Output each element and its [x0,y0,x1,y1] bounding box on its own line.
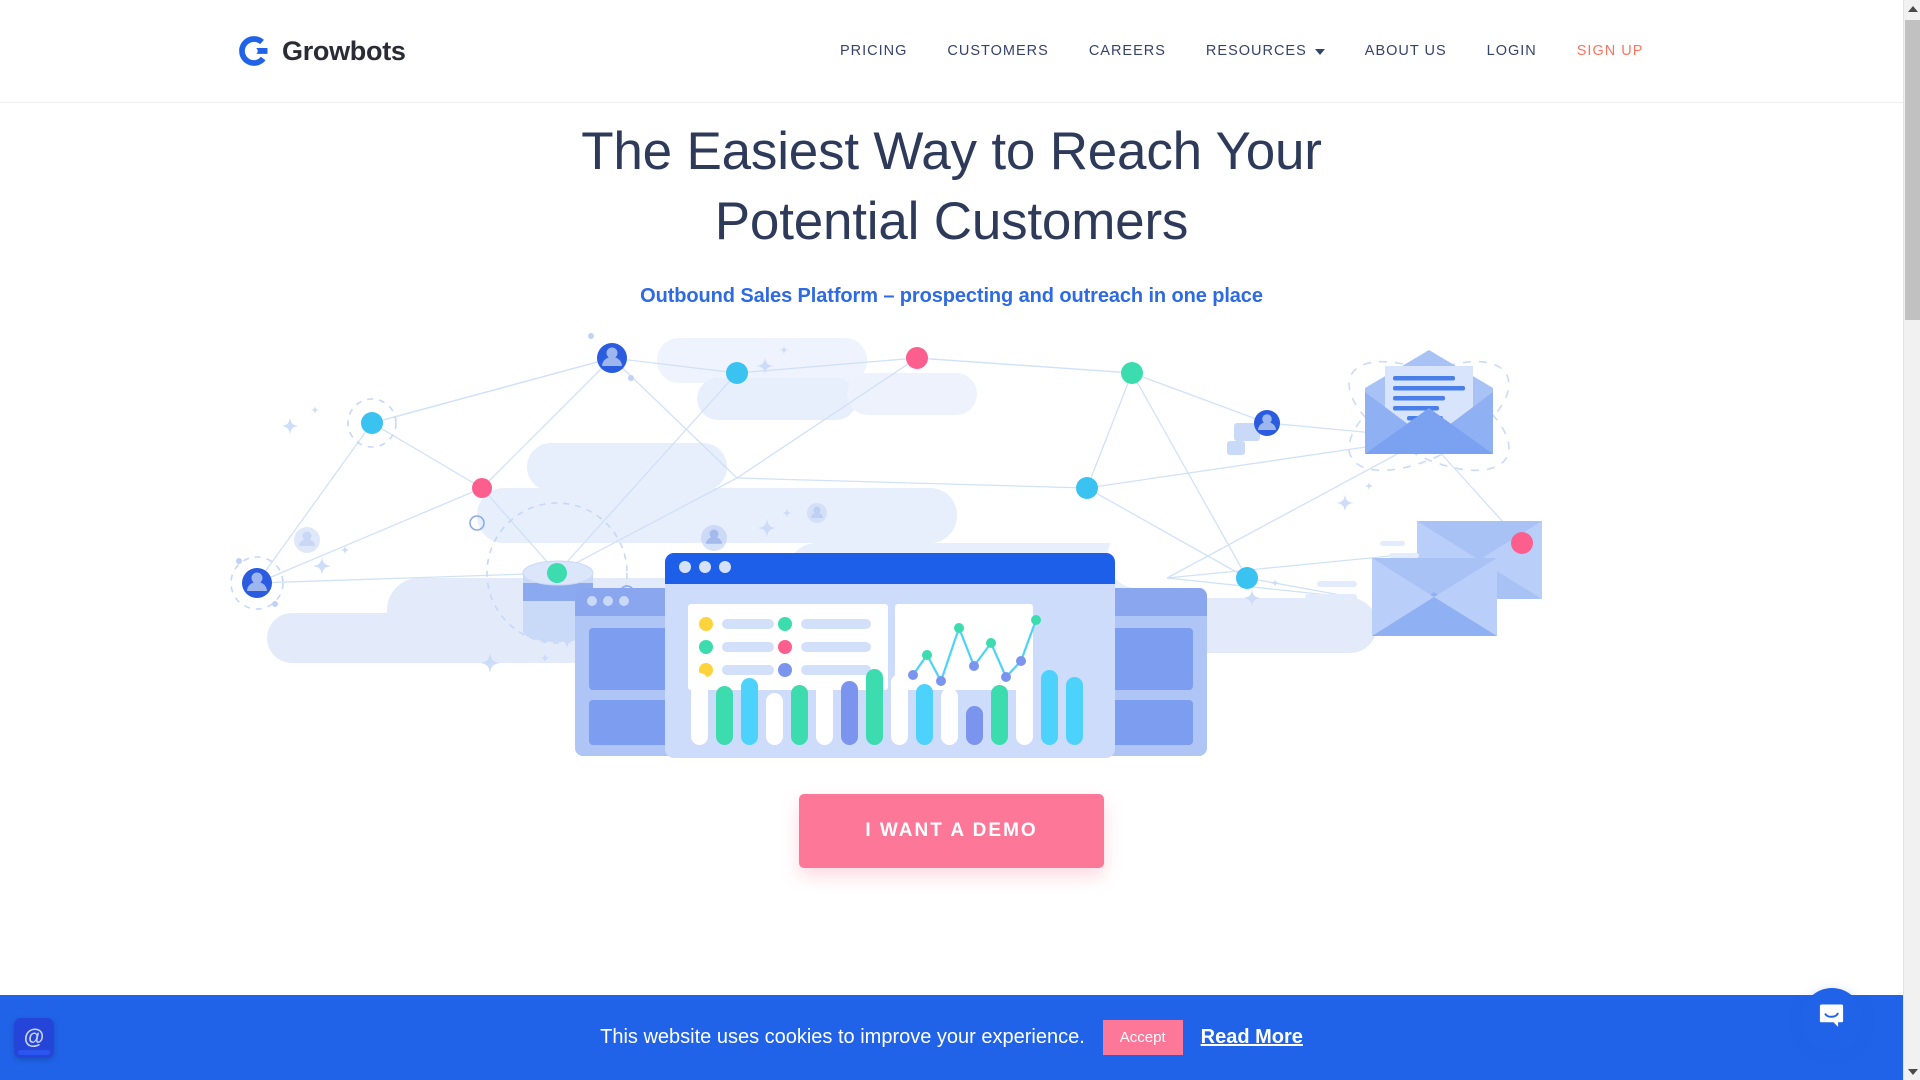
node-green-2 [1120,361,1143,384]
hero-subtitle: Outbound Sales Platform – prospecting an… [640,284,1263,307]
nav-label-careers: CAREERS [1088,43,1166,59]
nav-label-sign-up: SIGN UP [1576,43,1644,59]
nav-item-customers[interactable]: CUSTOMERS [927,37,1068,65]
chat-bubble-smile-icon [1817,1001,1847,1036]
nav-item-careers[interactable]: CAREERS [1069,37,1186,65]
dashboard-window-mock [664,552,1115,758]
speed-lines-1 [1379,540,1419,558]
node-pink-3 [1510,531,1533,554]
i-want-a-demo-button[interactable]: I WANT A DEMO [799,793,1104,868]
node-pink-1 [471,477,492,498]
node-pink-2 [905,346,928,369]
brand-logo-link[interactable]: Growbots [236,33,406,69]
nav-item-pricing[interactable]: PRICING [820,37,927,65]
scroll-up-arrow-icon[interactable] [1904,0,1920,17]
avatar-node-1 [587,332,634,381]
nav-item-about-us[interactable]: ABOUT US [1345,37,1467,65]
page-viewport: The Easiest Way to Reach Your Potential … [0,0,1920,1080]
hero-title-line-1: The Easiest Way to Reach Your [581,122,1322,181]
chevron-down-icon [1314,49,1325,55]
hero-section: The Easiest Way to Reach Your Potential … [0,103,1903,868]
open-envelope-icon [1364,349,1493,454]
node-green-1 [546,562,567,583]
hero-illustration [227,328,1677,758]
nav-label-login: LOGIN [1486,43,1537,59]
nav-label-resources: RESOURCES [1205,43,1307,59]
nav-label-about-us: ABOUT US [1364,43,1447,59]
cookie-accept-button[interactable]: Accept [1102,1020,1183,1055]
main-navigation: PRICING CUSTOMERS CAREERS RESOURCES ABOU… [820,37,1663,65]
node-cyan-1 [360,411,383,434]
nav-item-resources[interactable]: RESOURCES [1186,37,1345,65]
nav-item-sign-up[interactable]: SIGN UP [1557,37,1664,65]
scrollbar-thumb[interactable] [1905,20,1920,320]
scroll-up-triangle [1907,5,1918,12]
at-sign-icon: @ [23,1026,45,1049]
growbots-g-icon [236,33,272,69]
cookie-consent-banner: This website uses cookies to improve you… [0,995,1903,1080]
avatar-node-3 [1253,409,1280,436]
hero-title-line-2: Potential Customers [714,191,1189,251]
cookie-message: This website uses cookies to improve you… [600,1026,1085,1048]
scroll-down-arrow-icon[interactable] [1904,1063,1920,1080]
nav-item-login[interactable]: LOGIN [1467,37,1557,65]
page-title: The Easiest Way to Reach Your Potential … [0,117,1903,257]
chat-widget-button[interactable] [1802,988,1862,1048]
email-widget-underline [18,1050,50,1055]
page-scrollbar[interactable] [1903,0,1920,1080]
email-widget-button[interactable]: @ [14,1018,54,1058]
cookie-read-more-link[interactable]: Read More [1201,1026,1303,1049]
avatar-node-2 [235,557,278,607]
site-header: Growbots PRICING CUSTOMERS CAREERS RESOU… [0,0,1903,103]
hero-cta-container: I WANT A DEMO [0,793,1903,868]
node-cyan-4 [1235,566,1258,589]
nav-label-customers: CUSTOMERS [947,43,1049,59]
node-cyan-3 [1075,476,1098,499]
brand-name: Growbots [282,35,406,66]
scroll-down-triangle [1907,1068,1918,1075]
nav-label-pricing: PRICING [840,43,908,59]
node-cyan-2 [725,361,748,384]
